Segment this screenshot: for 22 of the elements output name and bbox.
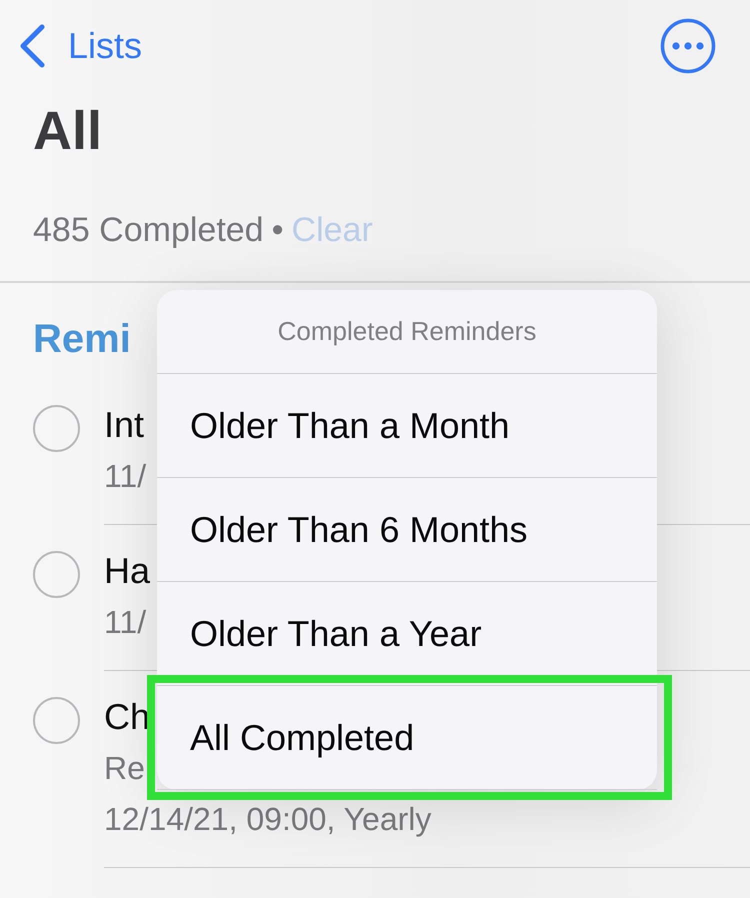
menu-item[interactable]: Older Than a Month: [157, 374, 657, 478]
reminder-title: Ch: [104, 695, 150, 740]
more-button[interactable]: [660, 18, 716, 74]
reminder-detail: 12/14/21, 09:00, Yearly: [104, 800, 432, 840]
reminder-detail: 11/: [104, 457, 146, 496]
reminder-detail: Re: [104, 749, 145, 788]
checkbox-circle[interactable]: [33, 697, 80, 744]
reminder-detail: 11/: [104, 603, 146, 642]
checkbox-circle[interactable]: [33, 405, 80, 452]
menu-item[interactable]: All Completed: [157, 686, 657, 790]
menu-title: Completed Reminders: [278, 315, 536, 348]
menu-item[interactable]: Older Than a Year: [157, 582, 657, 686]
reminder-title: Ha: [104, 549, 150, 594]
separator-dot: •: [272, 210, 284, 252]
section-title: Remi: [33, 316, 131, 364]
reminder-title: Int: [104, 403, 144, 448]
completed-count: 485 Completed: [33, 210, 264, 252]
list-title: All: [33, 102, 104, 162]
back-chevron-icon: [18, 24, 46, 68]
back-link[interactable]: Lists: [18, 19, 142, 73]
checkbox-circle[interactable]: [33, 551, 80, 598]
menu-item[interactable]: Older Than 6 Months: [157, 478, 657, 582]
